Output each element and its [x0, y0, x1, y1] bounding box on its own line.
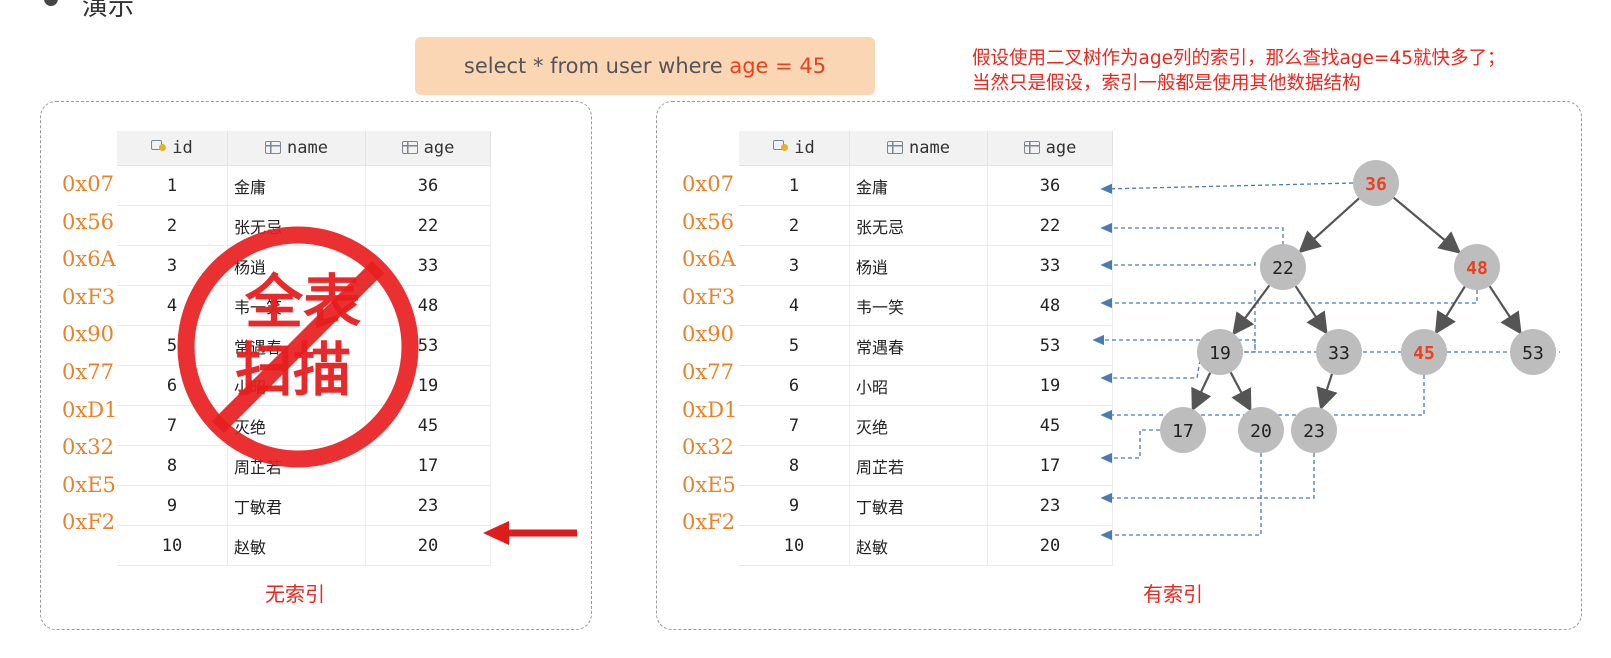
cell-name: 赵敏 — [227, 525, 366, 566]
row-address: 0xF3 — [62, 284, 116, 309]
no-index-label: 无索引 — [265, 582, 325, 606]
cell-age: 17 — [987, 445, 1113, 486]
row-address: 0x90 — [62, 322, 114, 347]
cell-id: 1 — [739, 165, 850, 206]
row-address: 0x90 — [682, 322, 734, 347]
cell-age: 48 — [987, 285, 1113, 326]
section-heading: 演示 — [82, 0, 135, 22]
table-row: 8 周芷若 17 — [739, 445, 1113, 486]
row-address: 0x56 — [682, 209, 734, 234]
column-icon — [1023, 141, 1040, 154]
column-header-name: name — [227, 131, 366, 166]
cell-name: 灭绝 — [849, 405, 988, 446]
cell-name: 张无忌 — [849, 205, 988, 246]
cell-id: 9 — [117, 485, 228, 526]
row-address: 0x6A — [62, 247, 116, 272]
cell-age: 36 — [987, 165, 1113, 206]
cell-age: 23 — [365, 485, 491, 526]
column-icon — [401, 141, 418, 154]
cell-age: 53 — [987, 325, 1113, 366]
sql-condition: age = 45 — [729, 54, 827, 78]
cell-id: 4 — [739, 285, 850, 326]
column-header-age: age — [987, 131, 1113, 166]
row-address: 0xF2 — [62, 510, 116, 535]
cell-name: 金庸 — [849, 165, 988, 206]
column-icon — [887, 141, 904, 154]
cell-id: 9 — [739, 485, 850, 526]
cell-name: 赵敏 — [849, 525, 988, 566]
primary-key-icon — [773, 140, 789, 154]
cell-age: 45 — [987, 405, 1113, 446]
table-row: 9 丁敏君 23 — [117, 485, 491, 526]
cell-id: 10 — [117, 525, 228, 566]
column-header-id: id — [117, 131, 228, 166]
cell-age: 19 — [987, 365, 1113, 406]
cell-id: 3 — [739, 245, 850, 286]
cell-id: 1 — [117, 165, 228, 206]
cell-name: 常遇春 — [849, 325, 988, 366]
cell-age: 23 — [987, 485, 1113, 526]
cell-age: 20 — [987, 525, 1113, 566]
cell-id: 8 — [739, 445, 850, 486]
row-address: 0xD1 — [62, 397, 118, 422]
cell-name: 金庸 — [227, 165, 366, 206]
full-scan-stamp-icon: 全表 扫描 — [177, 226, 419, 468]
user-table-with-index: id name age 1 金庸 36 2 张无忌 22 3 杨逍 33 4 韦一笑 48 5 常遇春 53… — [739, 131, 1113, 566]
sql-query-box: select * from user where age = 45 — [415, 37, 875, 95]
cell-age: 20 — [365, 525, 491, 566]
row-address: 0x6A — [682, 247, 736, 272]
primary-key-icon — [151, 140, 167, 154]
cell-age: 33 — [987, 245, 1113, 286]
bullet-dot — [44, 0, 58, 6]
cell-id: 10 — [739, 525, 850, 566]
row-address: 0x32 — [682, 435, 734, 460]
note-text: 假设使用二叉树作为age列的索引，那么查找age=45就快多了； 当然只是假设，… — [972, 46, 1505, 96]
with-index-label: 有索引 — [1143, 582, 1203, 606]
cell-name: 丁敏君 — [849, 485, 988, 526]
cell-age: 36 — [365, 165, 491, 206]
cell-id: 7 — [739, 405, 850, 446]
row-address: 0x77 — [62, 360, 114, 384]
table-row: 10 赵敏 20 — [117, 525, 491, 566]
row-address: 0xF3 — [682, 284, 736, 309]
cell-name: 周芷若 — [849, 445, 988, 486]
cell-age: 22 — [987, 205, 1113, 246]
table-row: 3 杨逍 33 — [739, 245, 1113, 286]
column-header-age: age — [365, 131, 491, 166]
row-address: 0x07 — [682, 172, 734, 196]
note-line-2: 当然只是假设，索引一般都是使用其他数据结构 — [972, 73, 1361, 94]
table-row: 5 常遇春 53 — [739, 325, 1113, 366]
cell-id: 5 — [739, 325, 850, 366]
row-address: 0x56 — [62, 209, 114, 234]
column-header-name: name — [849, 131, 988, 166]
table-row: 4 韦一笑 48 — [739, 285, 1113, 326]
cell-name: 杨逍 — [849, 245, 988, 286]
cell-name: 韦一笑 — [849, 285, 988, 326]
table-row: 1 金庸 36 — [739, 165, 1113, 206]
row-address: 0x07 — [62, 172, 114, 196]
scan-end-arrow-icon — [483, 521, 577, 545]
table-row: 9 丁敏君 23 — [739, 485, 1113, 526]
row-address: 0xF2 — [682, 510, 736, 535]
row-address: 0xE5 — [62, 472, 116, 497]
table-row: 1 金庸 36 — [117, 165, 491, 206]
table-row: 6小昭19 — [739, 365, 1113, 406]
table-row: 10 赵敏 20 — [739, 525, 1113, 566]
row-address: 0x32 — [62, 435, 114, 460]
table-row: 2 张无忌 22 — [739, 205, 1113, 246]
cell-id: 2 — [739, 205, 850, 246]
column-icon — [265, 141, 282, 154]
cell-id: 6 — [739, 365, 850, 406]
table-row: 7 灭绝 45 — [739, 405, 1113, 446]
column-header-id: id — [739, 131, 850, 166]
sql-prefix: select * from user where — [463, 54, 730, 78]
cell-name: 小昭 — [849, 365, 988, 406]
row-address: 0xE5 — [682, 472, 736, 497]
row-address: 0x77 — [682, 360, 734, 384]
row-address: 0xD1 — [682, 397, 738, 422]
note-line-1: 假设使用二叉树作为age列的索引，那么查找age=45就快多了； — [972, 48, 1506, 69]
cell-name: 丁敏君 — [227, 485, 366, 526]
